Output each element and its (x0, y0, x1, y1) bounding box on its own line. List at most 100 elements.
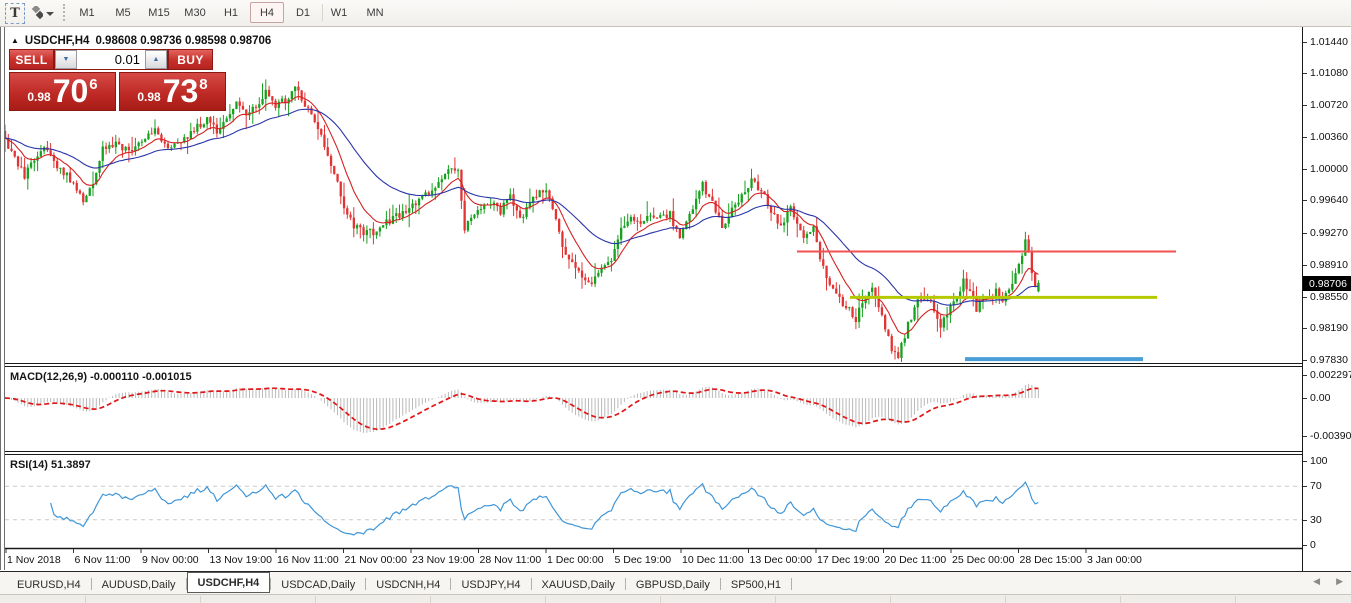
candle-body (170, 148, 172, 149)
timeframe-button-mn[interactable]: MN (358, 2, 392, 23)
volume-increase-button[interactable]: ▲ (145, 50, 167, 69)
candle-body (340, 182, 342, 197)
timeframe-button-h4[interactable]: H4 (250, 2, 284, 23)
volume-decrease-button[interactable]: ▼ (55, 50, 77, 69)
candle-body (519, 211, 521, 218)
top-toolbar: T M1M5M15M30H1H4D1W1MN (0, 0, 1351, 27)
candle-body (121, 144, 123, 150)
chart-tab-usdjpy-h4[interactable]: USDJPY,H4 (451, 576, 530, 593)
tab-scroll-left-icon[interactable]: ◀ (1313, 576, 1320, 587)
timeframe-button-m30[interactable]: M30 (178, 2, 212, 23)
timeframe-button-h1[interactable]: H1 (214, 2, 248, 23)
date-label: 3 Jan 00:00 (1087, 554, 1142, 566)
chart-tab-usdcnh-h4[interactable]: USDCNH,H4 (366, 576, 450, 593)
buy-button[interactable]: BUY (168, 49, 213, 70)
candle-body (754, 179, 756, 182)
candle-body (232, 109, 234, 114)
date-label: 28 Nov 11:00 (480, 554, 542, 566)
candle-body (40, 151, 42, 156)
sell-button[interactable]: SELL (9, 49, 54, 70)
tab-scroll-right-icon[interactable]: ▶ (1336, 576, 1343, 587)
candle-body (353, 218, 355, 229)
candle-body (473, 215, 475, 218)
candle-body (157, 128, 159, 134)
candle-body (327, 147, 329, 156)
candle-body (568, 255, 570, 260)
chart-tab-usdcad-daily[interactable]: USDCAD,Daily (271, 576, 365, 593)
candle-body (63, 168, 65, 175)
candle-body (581, 271, 583, 278)
buy-button-label: BUY (177, 53, 204, 67)
candle-body (620, 228, 622, 240)
chart-tab-xauusd-daily[interactable]: XAUUSD,Daily (532, 576, 625, 593)
candle-body (969, 289, 971, 291)
date-label: 25 Dec 00:00 (952, 554, 1015, 566)
candle-body (946, 315, 948, 317)
chart-symbol-label: USDCHF,H4 (25, 35, 90, 47)
text-tool-button[interactable]: T (5, 3, 25, 24)
candle-body (558, 219, 560, 232)
candle-body (408, 208, 410, 213)
candle-body (750, 179, 752, 189)
candle-body (79, 191, 81, 194)
candle-body (770, 206, 772, 213)
sell-price-button[interactable]: 0.98 70 6 (9, 72, 116, 111)
candle-body (623, 226, 625, 228)
candle-body (747, 188, 749, 192)
candle-body (803, 230, 805, 238)
candle-body (144, 139, 146, 142)
chart-area[interactable]: 1 Nov 20186 Nov 11:009 Nov 00:0013 Nov 1… (5, 27, 1302, 571)
timeframe-button-m1[interactable]: M1 (70, 2, 104, 23)
toolbar-separator (322, 4, 323, 21)
candle-body (920, 299, 922, 300)
timeframe-button-d1[interactable]: D1 (286, 2, 320, 23)
axis-tick (1303, 297, 1307, 298)
candle-body (584, 278, 586, 281)
date-label: 1 Nov 2018 (7, 554, 61, 566)
timeframe-button-m15[interactable]: M15 (142, 2, 176, 23)
price-axis[interactable]: 0.98706 1.014401.010801.007201.003601.00… (1302, 27, 1351, 571)
candle-body (682, 229, 684, 238)
candle-body (711, 197, 713, 201)
styler-dropdown-button[interactable] (28, 3, 60, 22)
candle-body (1011, 284, 1013, 290)
candle-body (281, 99, 283, 102)
candle-body (838, 294, 840, 297)
candle-body (649, 216, 651, 217)
timeframe-button-w1[interactable]: W1 (322, 2, 356, 23)
candle-body (542, 190, 544, 192)
candle-body (943, 318, 945, 328)
candle-body (66, 173, 68, 176)
date-axis[interactable]: 1 Nov 20186 Nov 11:009 Nov 00:0013 Nov 1… (6, 549, 1142, 566)
candle-body (343, 196, 345, 208)
candle-body (23, 167, 25, 179)
candle-body (111, 145, 113, 147)
chart-tab-sp500-h1[interactable]: SP500,H1 (721, 576, 791, 593)
candle-body (226, 118, 228, 122)
chart-tab-usdchf-h4[interactable]: USDCHF,H4 (187, 572, 271, 593)
toolbar-drag-handle[interactable] (63, 4, 65, 21)
axis-tick (1303, 42, 1307, 43)
candle-body (578, 268, 580, 271)
candle-body (900, 343, 902, 358)
candle-body (861, 303, 863, 308)
candle-body (147, 134, 149, 140)
date-label: 5 Dec 19:00 (615, 554, 672, 566)
volume-input[interactable]: 0.01 (77, 50, 145, 69)
candle-body (27, 168, 29, 179)
timeframe-button-m5[interactable]: M5 (106, 2, 140, 23)
chart-tab-eurusd-h4[interactable]: EURUSD,H4 (7, 576, 91, 593)
buy-price-button[interactable]: 0.98 73 8 (119, 72, 226, 111)
rsi-axis-label: 0 (1310, 539, 1316, 551)
candle-body (539, 190, 541, 197)
candle-body (708, 194, 710, 196)
chart-tab-gbpusd-daily[interactable]: GBPUSD,Daily (626, 576, 720, 593)
chart-tab-audusd-daily[interactable]: AUDUSD,Daily (92, 576, 186, 593)
candle-body (405, 211, 407, 213)
price-axis-label: 0.98910 (1310, 259, 1348, 271)
candle-body (653, 216, 655, 218)
candle-body (796, 217, 798, 223)
date-label: 21 Nov 00:00 (345, 554, 408, 566)
candle-body (1018, 264, 1020, 273)
candle-body (310, 108, 312, 115)
